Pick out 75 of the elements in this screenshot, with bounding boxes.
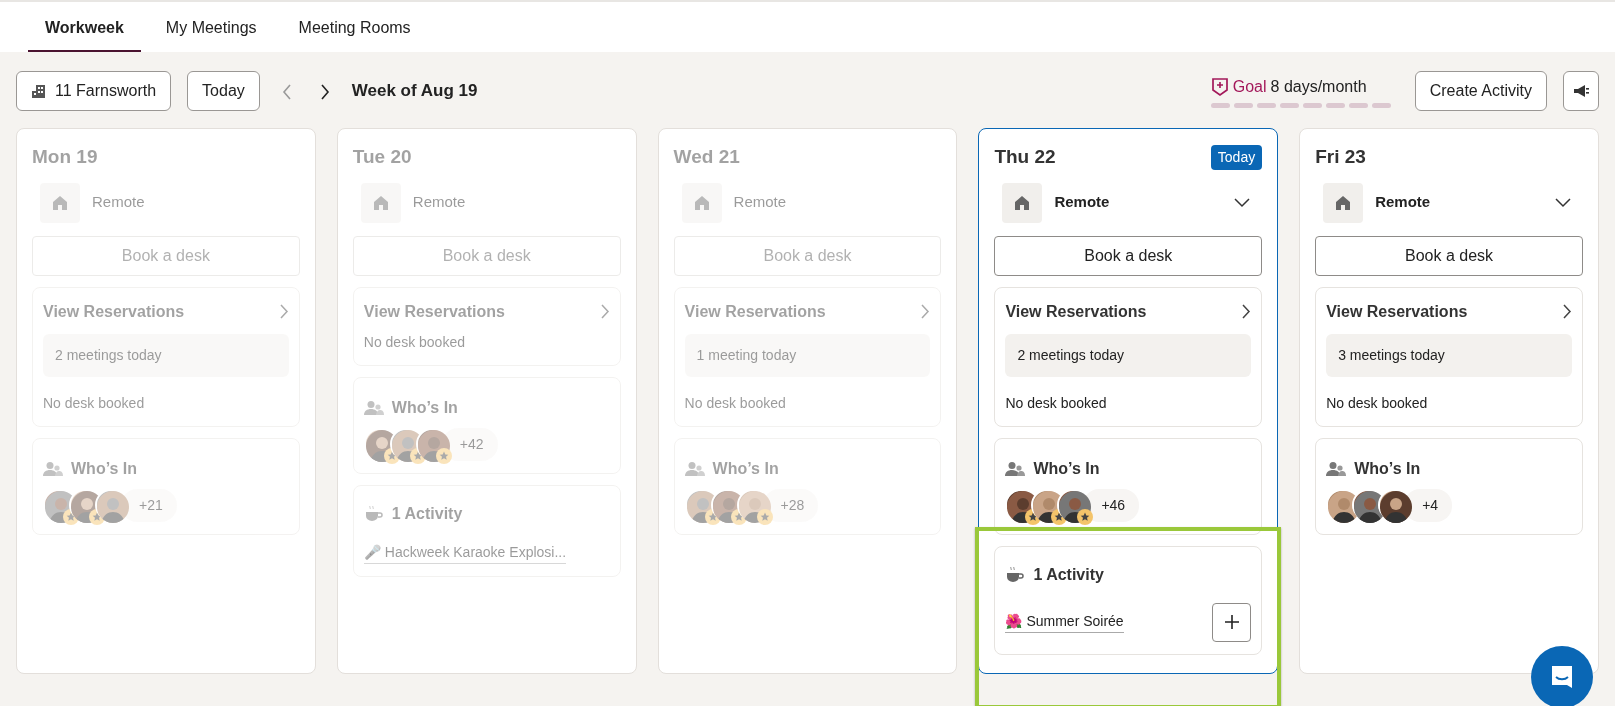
people-icon (363, 399, 384, 416)
meetings-count: 2 meetings today (1005, 333, 1252, 377)
home-icon (1002, 182, 1043, 223)
goal-value: 8 days/month (1270, 76, 1367, 97)
tab[interactable]: Meeting Rooms (281, 2, 428, 52)
day-heading: Thu 22 (994, 145, 1056, 169)
megaphone-icon (1572, 84, 1590, 98)
reservations-card[interactable]: View Reservations 3 meetings today No desk booked (1315, 286, 1583, 427)
meetings-count: 1 meeting today (684, 333, 931, 377)
chevron-right-icon (600, 304, 610, 319)
book-desk-button[interactable]: Book a desk (994, 235, 1263, 276)
announcement-button[interactable] (1563, 71, 1599, 111)
home-icon (1323, 182, 1364, 223)
chevron-right-icon (319, 83, 330, 100)
card-title: View Reservations (1005, 301, 1147, 322)
today-button[interactable]: Today (187, 71, 260, 111)
people-icon (1326, 460, 1347, 477)
day-heading: Fri 23 (1315, 145, 1366, 169)
building-icon (31, 83, 47, 99)
location-label: Remote (412, 192, 466, 213)
cup-icon (363, 504, 384, 523)
card-title: Who’s In (712, 458, 779, 479)
home-icon (681, 182, 722, 223)
desk-status: No desk booked (43, 393, 146, 413)
chevron-left-icon (281, 83, 292, 100)
card-title: View Reservations (1326, 301, 1468, 322)
desk-status: No desk booked (684, 393, 787, 413)
card-title: 1 Activity (391, 503, 463, 524)
whos-in-card[interactable]: Who’s In +4 (1315, 437, 1583, 535)
add-button[interactable] (1212, 602, 1252, 642)
chevron-down-icon (1234, 197, 1251, 208)
card-title: View Reservations (363, 301, 505, 322)
location-label: Remote (1054, 192, 1110, 213)
activity-link[interactable]: 🌺 Summer Soirée (1005, 611, 1124, 633)
chevron-right-icon (1242, 304, 1252, 319)
chevron-down-icon (1555, 197, 1571, 208)
meetings-count: 2 meetings today (43, 333, 289, 377)
home-icon (40, 182, 80, 223)
people-icon (1005, 460, 1026, 477)
card-title: View Reservations (684, 301, 826, 322)
chat-icon (1549, 664, 1575, 690)
cup-icon (1005, 565, 1026, 584)
chevron-right-icon (1563, 304, 1572, 319)
card-title: Who’s In (1354, 458, 1421, 479)
location-label: Remote (733, 192, 787, 213)
goal-label: Goal (1232, 76, 1267, 97)
tab[interactable]: Workweek (28, 2, 141, 52)
plus-icon (1223, 614, 1240, 630)
book-desk-button[interactable]: Book a desk (1315, 235, 1583, 276)
location-label: Remote (1375, 192, 1431, 213)
chevron-right-icon (921, 304, 931, 319)
people-icon (43, 460, 63, 477)
whos-in-card[interactable]: Who’s In +46 (994, 437, 1263, 535)
desk-status: No desk booked (1326, 393, 1429, 413)
day-heading: Mon 19 (32, 145, 98, 169)
create-activity-button[interactable]: Create Activity (1414, 71, 1547, 111)
people-icon (684, 460, 705, 477)
day-heading: Wed 21 (673, 145, 740, 169)
week-label: Week of Aug 19 (351, 80, 478, 103)
tab[interactable]: My Meetings (148, 2, 274, 52)
chevron-right-icon (279, 304, 289, 319)
location-label: Remote (92, 192, 145, 213)
reservations-card[interactable]: View Reservations 2 meetings today No desk booked (994, 286, 1263, 427)
desk-status: No desk booked (1005, 393, 1108, 413)
home-icon (360, 182, 401, 223)
today-badge: Today (1210, 144, 1263, 170)
meetings-count: 3 meetings today (1326, 333, 1572, 377)
desk-status: No desk booked (363, 332, 466, 352)
card-title: View Reservations (43, 301, 185, 322)
card-title: 1 Activity (1033, 564, 1104, 585)
card-title: Who’s In (71, 458, 138, 479)
office-button[interactable]: 11 Farnsworth (16, 71, 172, 111)
card-title: Who’s In (1033, 458, 1100, 479)
day-heading: Tue 20 (352, 145, 412, 169)
card-title: Who’s In (391, 397, 458, 418)
